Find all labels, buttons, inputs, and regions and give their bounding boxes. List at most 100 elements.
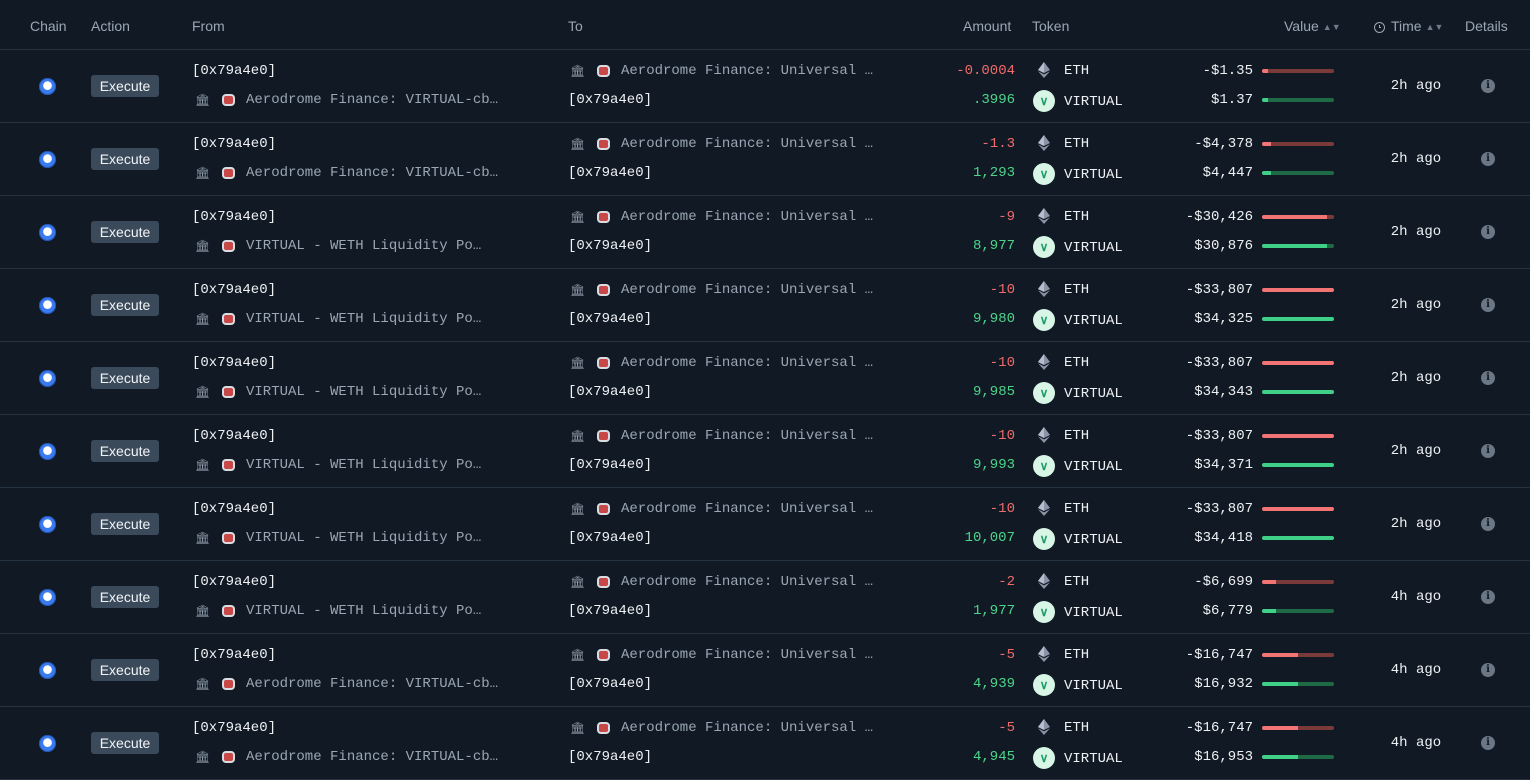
from-label-link[interactable]: VIRTUAL - WETH Liquidity Po… [246, 457, 481, 473]
from-address-link[interactable]: [0x79a4e0] [192, 136, 276, 152]
token-out-link[interactable]: ETH [1064, 720, 1089, 736]
value-in: $6,779 [1202, 603, 1253, 619]
from-label-link[interactable]: VIRTUAL - WETH Liquidity Po… [246, 530, 481, 546]
info-icon[interactable]: i [1481, 517, 1495, 531]
robot-icon [597, 65, 610, 77]
from-label-link[interactable]: Aerodrome Finance: VIRTUAL-cb… [246, 165, 498, 181]
value-out: -$33,807 [1185, 501, 1253, 517]
from-label-link[interactable]: VIRTUAL - WETH Liquidity Po… [246, 384, 481, 400]
token-in-link[interactable]: VIRTUAL [1064, 240, 1123, 256]
info-icon[interactable]: i [1481, 225, 1495, 239]
table-row[interactable]: Execute [0x79a4e0] 🏛 VIRTUAL - WETH Liqu… [0, 415, 1530, 488]
info-icon[interactable]: i [1481, 152, 1495, 166]
from-label-link[interactable]: VIRTUAL - WETH Liquidity Po… [246, 603, 481, 619]
bank-icon: 🏛 [570, 137, 586, 151]
amount-in: 4,939 [972, 676, 1015, 692]
table-row[interactable]: Execute [0x79a4e0] 🏛 Aerodrome Finance: … [0, 123, 1530, 196]
header-time-sort[interactable]: Time ▲▼ [1374, 18, 1443, 34]
token-out-link[interactable]: ETH [1064, 282, 1089, 298]
from-label-link[interactable]: Aerodrome Finance: VIRTUAL-cb… [246, 676, 498, 692]
info-icon[interactable]: i [1481, 444, 1495, 458]
to-address-link[interactable]: [0x79a4e0] [568, 311, 652, 327]
to-address-link[interactable]: [0x79a4e0] [568, 749, 652, 765]
from-address-link[interactable]: [0x79a4e0] [192, 355, 276, 371]
value-out-bar [1262, 726, 1334, 730]
to-address-link[interactable]: [0x79a4e0] [568, 165, 652, 181]
token-out-link[interactable]: ETH [1064, 574, 1089, 590]
from-address-link[interactable]: [0x79a4e0] [192, 647, 276, 663]
token-out-link[interactable]: ETH [1064, 428, 1089, 444]
token-in-link[interactable]: VIRTUAL [1064, 459, 1123, 475]
to-address-link[interactable]: [0x79a4e0] [568, 238, 652, 254]
token-in-link[interactable]: VIRTUAL [1064, 386, 1123, 402]
token-in-link[interactable]: VIRTUAL [1064, 751, 1123, 767]
action-badge[interactable]: Execute [91, 732, 159, 754]
eth-icon [1038, 281, 1050, 297]
from-label-link[interactable]: VIRTUAL - WETH Liquidity Po… [246, 311, 481, 327]
info-icon[interactable]: i [1481, 371, 1495, 385]
time-ago: 2h ago [1390, 443, 1442, 459]
action-badge[interactable]: Execute [91, 367, 159, 389]
token-in-link[interactable]: VIRTUAL [1064, 94, 1123, 110]
token-out-link[interactable]: ETH [1064, 63, 1089, 79]
value-in-bar [1262, 463, 1334, 467]
token-out-link[interactable]: ETH [1064, 501, 1089, 517]
header-value-sort[interactable]: Value ▲▼ [1284, 18, 1341, 34]
action-badge[interactable]: Execute [91, 440, 159, 462]
from-address-link[interactable]: [0x79a4e0] [192, 209, 276, 225]
to-address-link[interactable]: [0x79a4e0] [568, 457, 652, 473]
action-badge[interactable]: Execute [91, 221, 159, 243]
token-in-link[interactable]: VIRTUAL [1064, 678, 1123, 694]
to-address-link[interactable]: [0x79a4e0] [568, 384, 652, 400]
token-in-link[interactable]: VIRTUAL [1064, 532, 1123, 548]
robot-icon [222, 240, 235, 252]
table-row[interactable]: Execute [0x79a4e0] 🏛 VIRTUAL - WETH Liqu… [0, 196, 1530, 269]
info-icon[interactable]: i [1481, 736, 1495, 750]
token-in-link[interactable]: VIRTUAL [1064, 167, 1123, 183]
from-address-link[interactable]: [0x79a4e0] [192, 63, 276, 79]
from-address-link[interactable]: [0x79a4e0] [192, 574, 276, 590]
token-in-link[interactable]: VIRTUAL [1064, 605, 1123, 621]
time-ago: 4h ago [1390, 735, 1442, 751]
virtual-token-icon: ∨ [1033, 382, 1055, 404]
action-badge[interactable]: Execute [91, 586, 159, 608]
from-label-link[interactable]: Aerodrome Finance: VIRTUAL-cb… [246, 92, 498, 108]
table-row[interactable]: Execute [0x79a4e0] 🏛 VIRTUAL - WETH Liqu… [0, 269, 1530, 342]
from-label-link[interactable]: Aerodrome Finance: VIRTUAL-cb… [246, 749, 498, 765]
action-badge[interactable]: Execute [91, 75, 159, 97]
action-badge[interactable]: Execute [91, 659, 159, 681]
from-address-link[interactable]: [0x79a4e0] [192, 428, 276, 444]
to-address-link[interactable]: [0x79a4e0] [568, 530, 652, 546]
table-row[interactable]: Execute [0x79a4e0] 🏛 VIRTUAL - WETH Liqu… [0, 561, 1530, 634]
from-address-link[interactable]: [0x79a4e0] [192, 282, 276, 298]
table-body: Execute [0x79a4e0] 🏛 Aerodrome Finance: … [0, 50, 1530, 780]
action-badge[interactable]: Execute [91, 294, 159, 316]
to-address-link[interactable]: [0x79a4e0] [568, 92, 652, 108]
info-icon[interactable]: i [1481, 590, 1495, 604]
from-label-link[interactable]: VIRTUAL - WETH Liquidity Po… [246, 238, 481, 254]
table-row[interactable]: Execute [0x79a4e0] 🏛 Aerodrome Finance: … [0, 634, 1530, 707]
token-out-link[interactable]: ETH [1064, 136, 1089, 152]
from-address-link[interactable]: [0x79a4e0] [192, 501, 276, 517]
amount-in: 9,980 [972, 311, 1015, 327]
token-in-link[interactable]: VIRTUAL [1064, 313, 1123, 329]
info-icon[interactable]: i [1481, 298, 1495, 312]
amount-out: -5 [998, 720, 1015, 736]
table-row[interactable]: Execute [0x79a4e0] 🏛 VIRTUAL - WETH Liqu… [0, 342, 1530, 415]
token-out-link[interactable]: ETH [1064, 355, 1089, 371]
token-out-link[interactable]: ETH [1064, 647, 1089, 663]
action-badge[interactable]: Execute [91, 148, 159, 170]
time-ago: 4h ago [1390, 662, 1442, 678]
to-address-link[interactable]: [0x79a4e0] [568, 603, 652, 619]
token-out-link[interactable]: ETH [1064, 209, 1089, 225]
bank-icon: 🏛 [195, 239, 211, 253]
info-icon[interactable]: i [1481, 663, 1495, 677]
info-icon[interactable]: i [1481, 79, 1495, 93]
to-address-link[interactable]: [0x79a4e0] [568, 676, 652, 692]
from-address-link[interactable]: [0x79a4e0] [192, 720, 276, 736]
value-out-bar [1262, 288, 1334, 292]
table-row[interactable]: Execute [0x79a4e0] 🏛 Aerodrome Finance: … [0, 707, 1530, 780]
table-row[interactable]: Execute [0x79a4e0] 🏛 Aerodrome Finance: … [0, 50, 1530, 123]
action-badge[interactable]: Execute [91, 513, 159, 535]
table-row[interactable]: Execute [0x79a4e0] 🏛 VIRTUAL - WETH Liqu… [0, 488, 1530, 561]
